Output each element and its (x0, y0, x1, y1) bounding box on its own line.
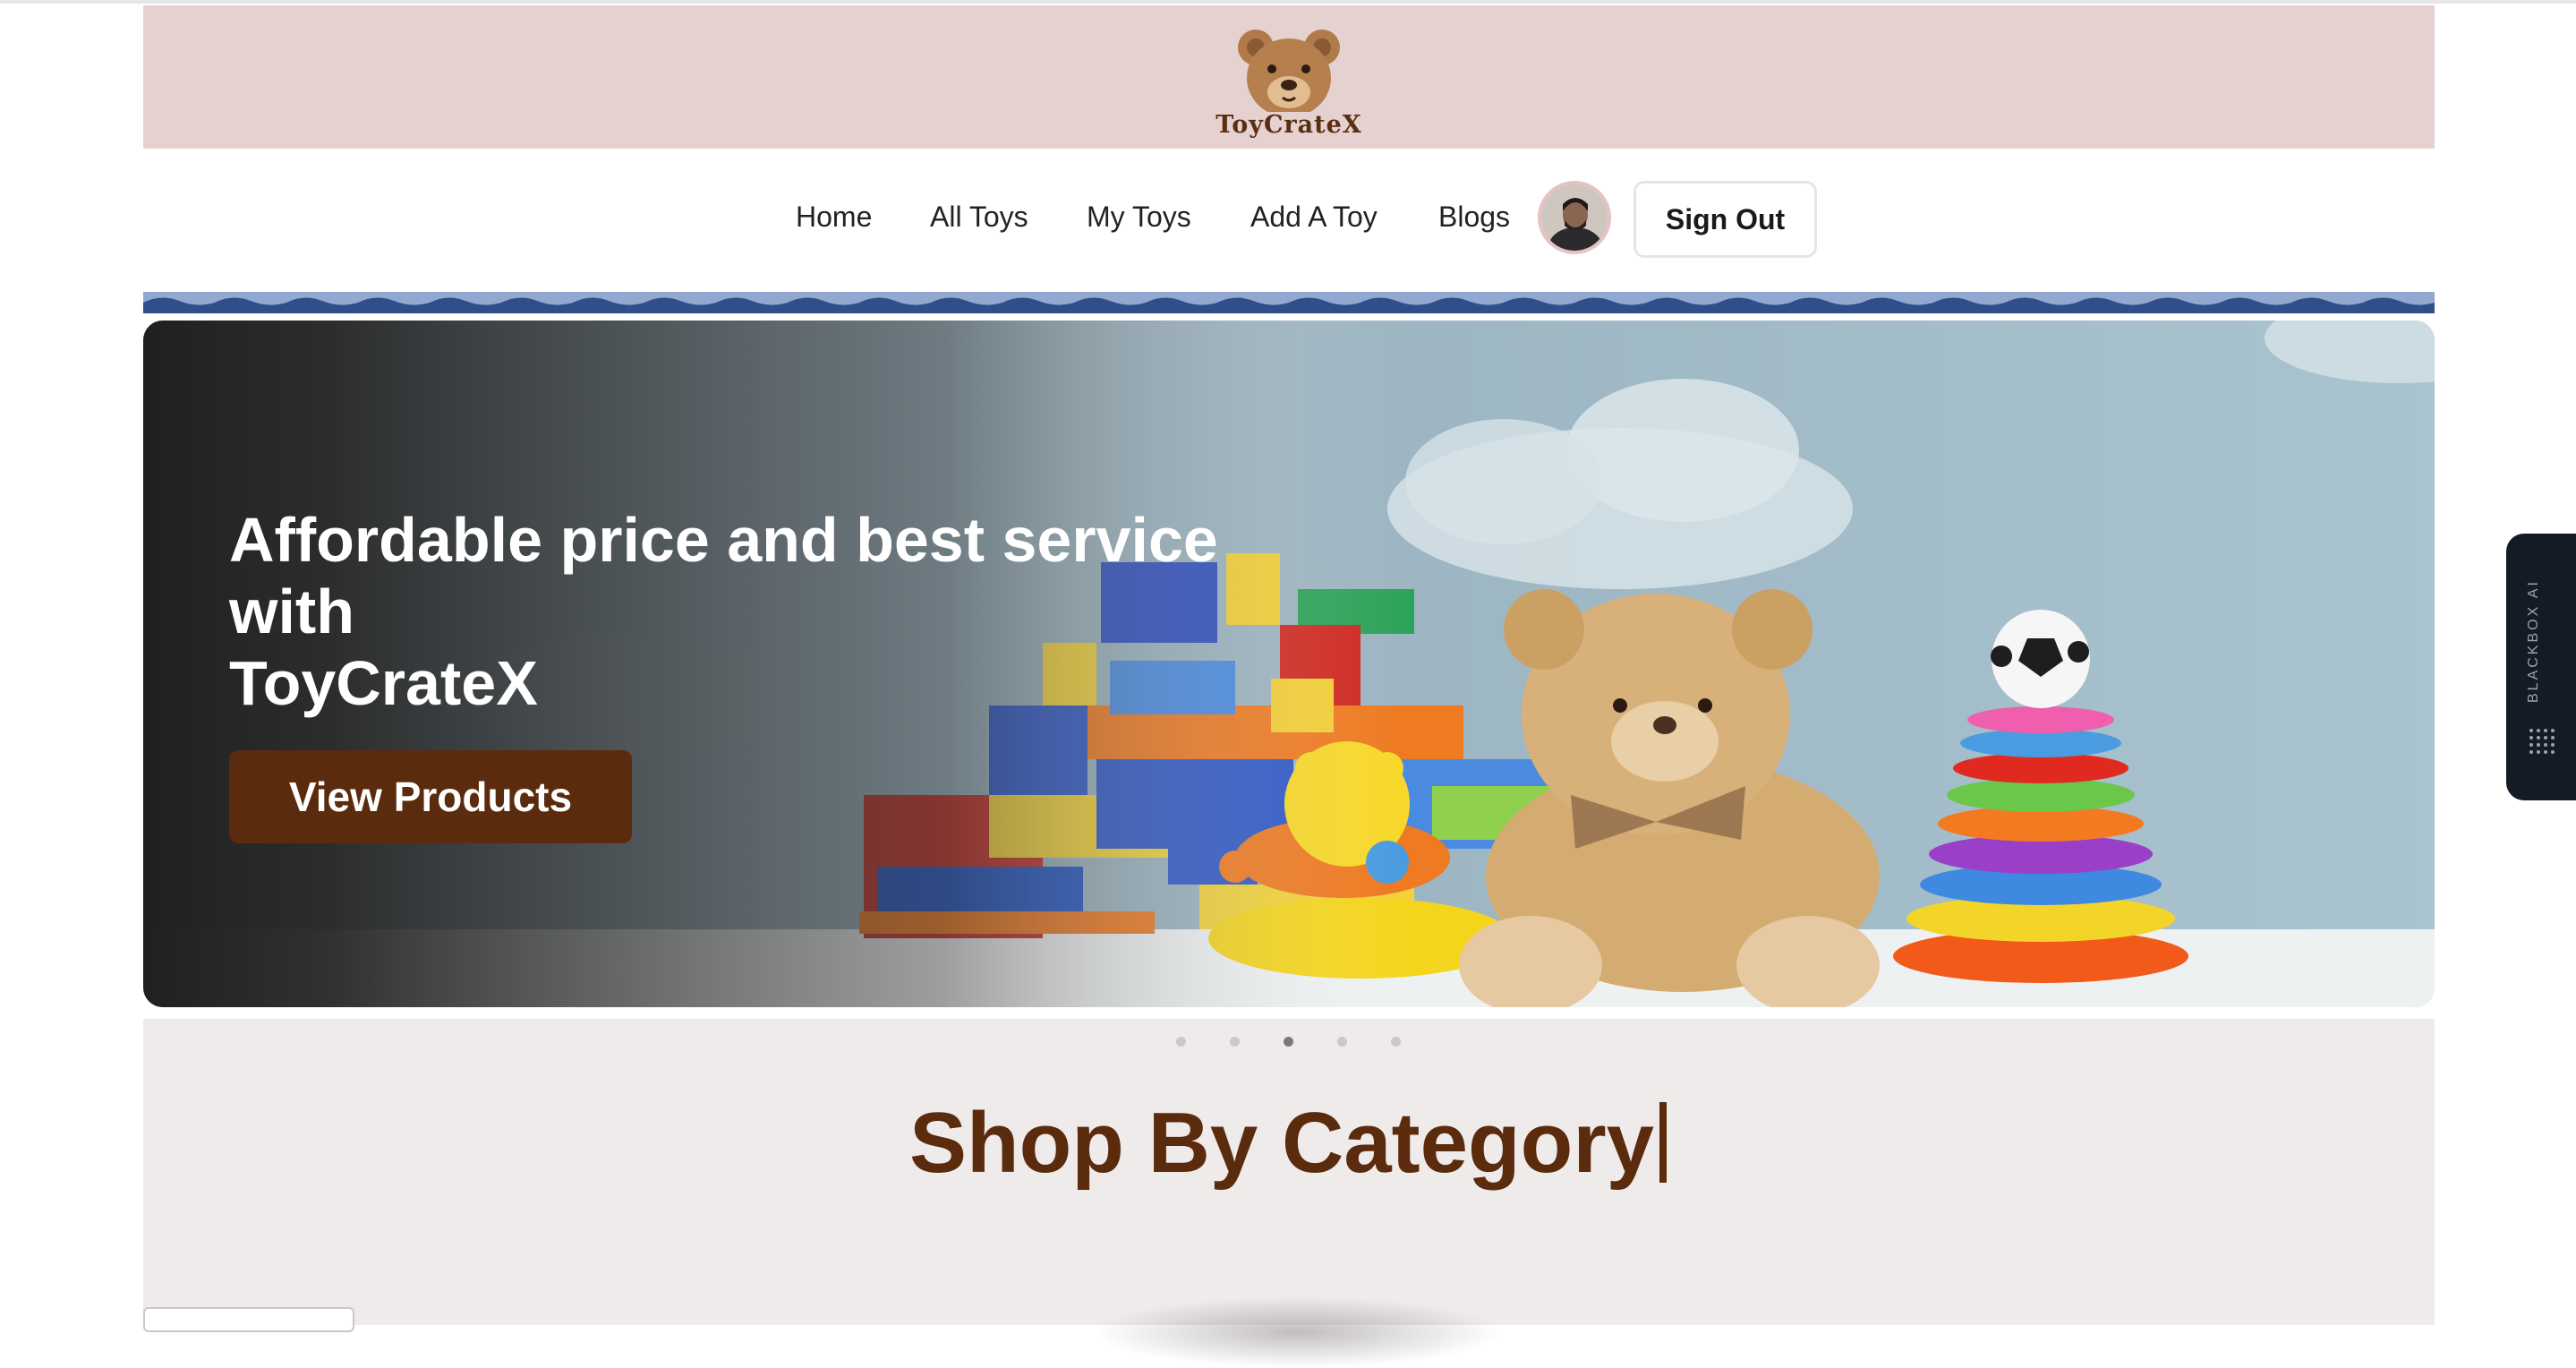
blackbox-logo-icon (2529, 729, 2555, 754)
category-tab[interactable] (143, 1307, 354, 1332)
blackbox-ai-widget[interactable]: BLACKBOX AI (2506, 534, 2576, 800)
wave-divider (143, 292, 2435, 313)
blackbox-ai-label: BLACKBOX AI (2526, 579, 2541, 703)
shop-by-category-heading: Shop By Category (0, 1094, 2576, 1193)
nav-my-toys[interactable]: My Toys (1087, 201, 1191, 234)
carousel-dot-3[interactable] (1284, 1037, 1293, 1047)
nav-blogs[interactable]: Blogs (1438, 201, 1510, 234)
site-logo[interactable]: ToyCrateX (1213, 22, 1365, 139)
main-nav: Home All Toys My Toys Add A Toy Blogs (0, 179, 2576, 260)
carousel-dot-4[interactable] (1337, 1037, 1347, 1047)
top-border (0, 0, 2576, 4)
user-avatar[interactable] (1538, 181, 1611, 254)
category-card-shadow (1092, 1296, 1504, 1368)
carousel-dots (0, 1033, 2576, 1051)
logo-text: ToyCrateX (1215, 111, 1362, 139)
carousel-dot-5[interactable] (1391, 1037, 1401, 1047)
teddy-bear-icon (1238, 30, 1340, 117)
typing-cursor (1659, 1102, 1668, 1183)
carousel-dot-1[interactable] (1176, 1037, 1186, 1047)
category-title-text: Shop By Category (908, 1095, 1655, 1191)
nav-home[interactable]: Home (796, 201, 872, 234)
hero-title: Affordable price and best service with T… (229, 505, 1218, 718)
nav-add-a-toy[interactable]: Add A Toy (1250, 201, 1378, 234)
nav-all-toys[interactable]: All Toys (930, 201, 1028, 234)
view-products-button[interactable]: View Products (229, 750, 632, 843)
avatar-image (1541, 184, 1608, 251)
hero-carousel: Affordable price and best service with T… (143, 321, 2435, 1007)
sign-out-button[interactable]: Sign Out (1633, 181, 1817, 258)
carousel-dot-2[interactable] (1230, 1037, 1240, 1047)
